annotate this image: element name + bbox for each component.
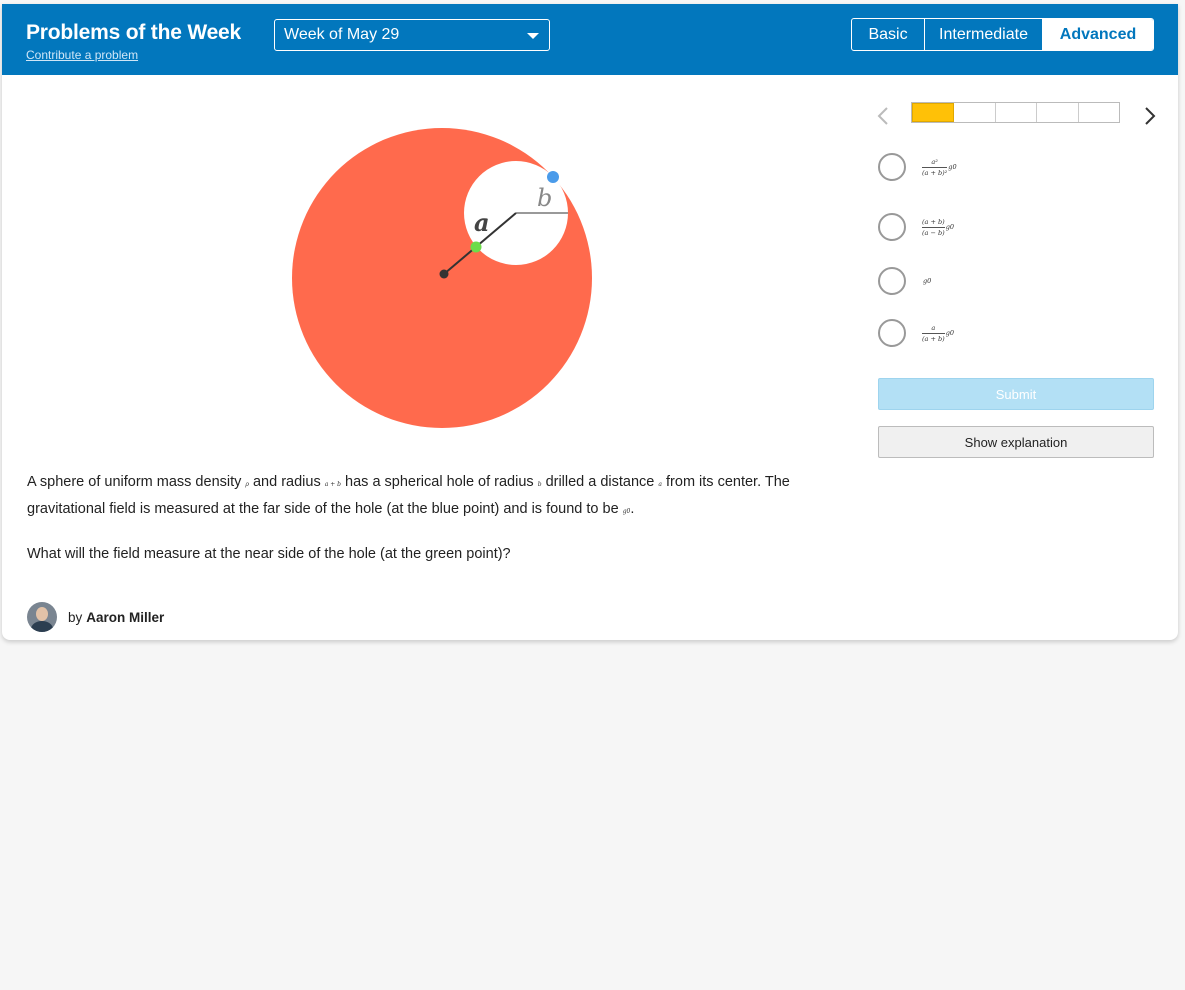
submit-button[interactable]: Submit bbox=[878, 378, 1154, 410]
answer-choice-3[interactable]: g0 bbox=[878, 267, 931, 295]
progress-segment[interactable] bbox=[912, 103, 955, 122]
center-point bbox=[439, 269, 449, 279]
show-explanation-button[interactable]: Show explanation bbox=[878, 426, 1154, 458]
problem-question: What will the field measure at the near … bbox=[27, 546, 511, 562]
avatar bbox=[27, 602, 57, 632]
week-select[interactable]: Week of May 29 bbox=[274, 19, 550, 51]
progress-segment[interactable] bbox=[1079, 103, 1119, 122]
chevron-down-icon bbox=[527, 33, 539, 39]
chevron-right-icon[interactable] bbox=[1140, 105, 1158, 127]
problem-statement: A sphere of uniform mass density ρ and r… bbox=[27, 474, 790, 517]
sphere-diagram: a b bbox=[292, 128, 592, 428]
answer-choice-2[interactable]: (a + b) (a − b) g0 bbox=[878, 213, 954, 241]
label-a: a bbox=[474, 208, 490, 237]
blue-point bbox=[547, 171, 559, 183]
author-credit: by Aaron Miller bbox=[27, 602, 164, 632]
radio-button[interactable] bbox=[878, 153, 906, 181]
problem-text: A sphere of uniform mass density ρ and r… bbox=[27, 470, 827, 584]
contribute-link[interactable]: Contribute a problem bbox=[26, 48, 138, 62]
radio-button[interactable] bbox=[878, 319, 906, 347]
tab-advanced[interactable]: Advanced bbox=[1043, 19, 1153, 50]
author-name: Aaron Miller bbox=[86, 609, 165, 625]
radio-button[interactable] bbox=[878, 267, 906, 295]
page-title: Problems of the Week bbox=[26, 21, 242, 44]
tab-intermediate[interactable]: Intermediate bbox=[925, 19, 1043, 50]
green-point bbox=[470, 241, 482, 253]
label-b: b bbox=[537, 184, 552, 212]
progress-segment[interactable] bbox=[954, 103, 996, 122]
header-bar: Problems of the Week Contribute a proble… bbox=[2, 4, 1178, 75]
progress-segment[interactable] bbox=[996, 103, 1038, 122]
progress-segment[interactable] bbox=[1037, 103, 1079, 122]
answer-choice-1[interactable]: a² (a + b)² g0 bbox=[878, 153, 957, 181]
radio-button[interactable] bbox=[878, 213, 906, 241]
author-by: by bbox=[68, 609, 83, 625]
tab-basic[interactable]: Basic bbox=[852, 19, 925, 50]
problem-card: Problems of the Week Contribute a proble… bbox=[2, 4, 1178, 640]
week-select-value: Week of May 29 bbox=[284, 26, 400, 43]
chevron-left-icon[interactable] bbox=[875, 105, 893, 127]
problem-progress bbox=[911, 102, 1120, 123]
level-tabs: Basic Intermediate Advanced bbox=[851, 18, 1154, 51]
answer-choice-4[interactable]: a (a + b) g0 bbox=[878, 319, 954, 347]
